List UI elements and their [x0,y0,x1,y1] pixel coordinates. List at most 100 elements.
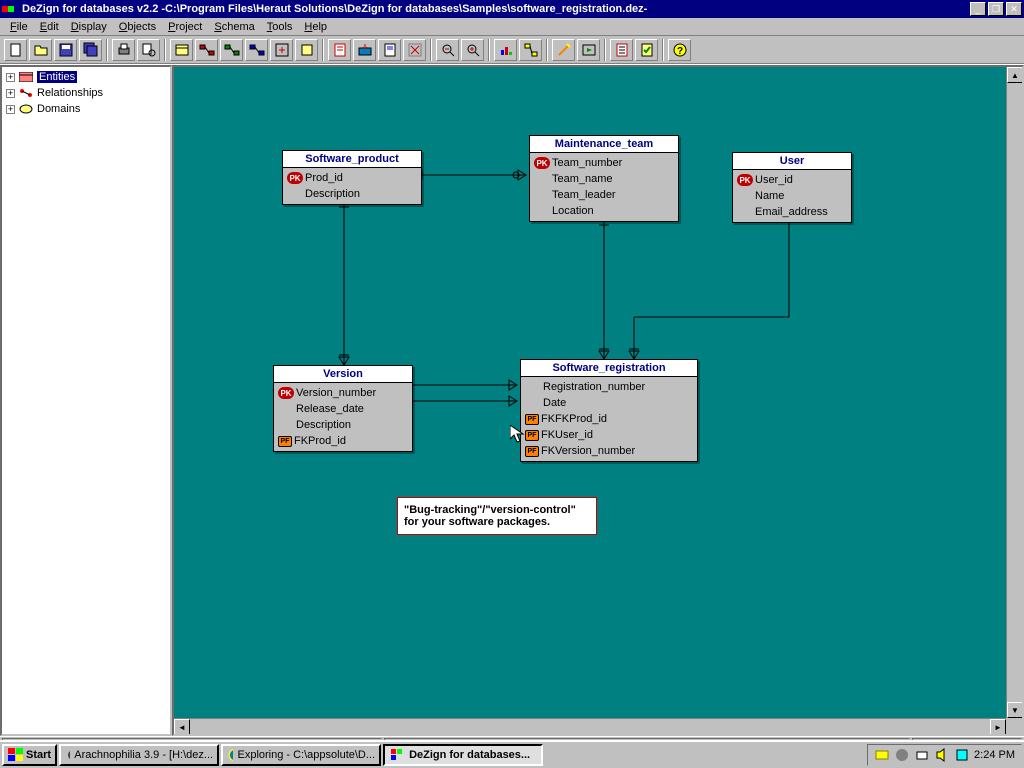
saveall-button[interactable] [79,39,102,61]
system-tray[interactable]: 2:24 PM [867,744,1022,766]
tool-diagram-button[interactable] [519,39,542,61]
entity-field[interactable]: Release_date [278,401,408,417]
fk-icon: PF [525,446,539,457]
minimize-button[interactable]: _ [970,2,986,16]
menu-edit[interactable]: Edit [34,19,65,35]
tree-panel[interactable]: + Entities + Relationships + Domains [0,65,172,736]
menu-help[interactable]: Help [298,19,333,35]
expand-icon[interactable]: + [6,89,15,98]
task-dezign[interactable]: DeZign for databases... [383,744,543,766]
start-button[interactable]: Start [2,744,57,766]
tray-icon[interactable] [874,747,890,763]
entity-maintenance_team[interactable]: Maintenance_teamPKTeam_numberTeam_nameTe… [529,135,679,222]
entity-software_registration[interactable]: Software_registrationRegistration_number… [520,359,698,462]
entity-field[interactable]: Email_address [737,204,847,220]
tree-item-entities[interactable]: + Entities [4,69,168,85]
tool-relation3-button[interactable] [245,39,268,61]
entity-field[interactable]: PKTeam_number [534,155,674,171]
entity-field[interactable]: Name [737,188,847,204]
entity-field[interactable]: Registration_number [525,379,693,395]
print-button[interactable] [112,39,135,61]
entity-field[interactable]: Description [278,417,408,433]
tool-wizard-button[interactable] [552,39,575,61]
scroll-right-button[interactable]: ► [990,719,1006,735]
entity-field[interactable]: Location [534,203,674,219]
diagram-canvas[interactable]: Software_productPKProd_idDescriptionMain… [174,67,1022,734]
tree-item-relationships[interactable]: + Relationships [4,85,168,101]
tool-run-button[interactable] [577,39,600,61]
zoom-in-button[interactable] [461,39,484,61]
zoom-out-button[interactable] [436,39,459,61]
entity-field[interactable]: PKProd_id [287,170,417,186]
menu-display[interactable]: Display [65,19,113,35]
tree-label: Relationships [37,87,103,99]
tree-item-domains[interactable]: + Domains [4,101,168,117]
vertical-scrollbar[interactable]: ▲ ▼ [1006,67,1022,718]
menu-schema[interactable]: Schema [208,19,260,35]
app-icon [2,1,18,17]
field-name: Team_name [552,173,613,185]
task-label: Arachnophilia 3.9 - [H:\dez... [74,749,213,761]
entity-field[interactable]: Date [525,395,693,411]
entity-field[interactable]: Team_leader [534,187,674,203]
entity-field[interactable]: Team_name [534,171,674,187]
field-name: FKFKProd_id [541,413,607,425]
task-arachnophilia[interactable]: Arachnophilia 3.9 - [H:\dez... [59,744,219,766]
save-button[interactable] [54,39,77,61]
entity-body: PKUser_idNameEmail_address [733,170,851,222]
entity-field[interactable]: PKUser_id [737,172,847,188]
open-button[interactable] [29,39,52,61]
entity-user[interactable]: UserPKUser_idNameEmail_address [732,152,852,223]
tray-icon[interactable] [954,747,970,763]
entity-field[interactable]: PFFKProd_id [278,433,408,449]
maximize-button[interactable]: ❐ [988,2,1004,16]
entities-icon [19,71,35,83]
scroll-corner [1006,718,1022,734]
menu-project[interactable]: Project [162,19,208,35]
scroll-up-button[interactable]: ▲ [1007,67,1023,83]
field-name: FKProd_id [294,435,346,447]
tool-script-button[interactable] [328,39,351,61]
tool-export-button[interactable] [353,39,376,61]
menu-tools[interactable]: Tools [261,19,299,35]
task-explorer[interactable]: Exploring - C:\appsolute\D... [221,744,381,766]
tool-chart-button[interactable] [494,39,517,61]
fk-icon: PF [525,430,539,441]
tool-note-button[interactable] [295,39,318,61]
entity-field[interactable]: PFFKFKProd_id [525,411,693,427]
horizontal-scrollbar[interactable]: ◄ ► [174,718,1006,734]
tray-icon[interactable] [894,747,910,763]
tool-expand-button[interactable] [270,39,293,61]
new-button[interactable] [4,39,27,61]
start-label: Start [26,749,51,761]
menu-file[interactable]: File [4,19,34,35]
task-icon [65,747,70,763]
tray-icon[interactable] [934,747,950,763]
entity-version[interactable]: VersionPKVersion_numberRelease_dateDescr… [273,365,413,452]
entity-field[interactable]: Description [287,186,417,202]
menubar: File Edit Display Objects Project Schema… [0,18,1024,36]
tool-validate-button[interactable] [635,39,658,61]
tool-relation2-button[interactable] [220,39,243,61]
expand-icon[interactable]: + [6,105,15,114]
scroll-down-button[interactable]: ▼ [1007,702,1023,718]
note-box[interactable]: "Bug-tracking"/"version-control" for you… [397,497,597,535]
preview-button[interactable] [137,39,160,61]
tray-icon[interactable] [914,747,930,763]
entity-software_product[interactable]: Software_productPKProd_idDescription [282,150,422,205]
tool-check-button[interactable] [403,39,426,61]
entity-field[interactable]: PKVersion_number [278,385,408,401]
close-button[interactable]: ✕ [1006,2,1022,16]
expand-icon[interactable]: + [6,73,15,82]
tool-report-button[interactable] [378,39,401,61]
help-button[interactable]: ? [668,39,691,61]
entity-field[interactable]: PFFKUser_id [525,427,693,443]
menu-objects[interactable]: Objects [113,19,162,35]
tool-relation1-button[interactable] [195,39,218,61]
pk-icon: PK [534,157,550,169]
field-name: Prod_id [305,172,343,184]
tool-props-button[interactable] [610,39,633,61]
tool-entity-button[interactable] [170,39,193,61]
entity-field[interactable]: PFFKVersion_number [525,443,693,459]
scroll-left-button[interactable]: ◄ [174,719,190,735]
